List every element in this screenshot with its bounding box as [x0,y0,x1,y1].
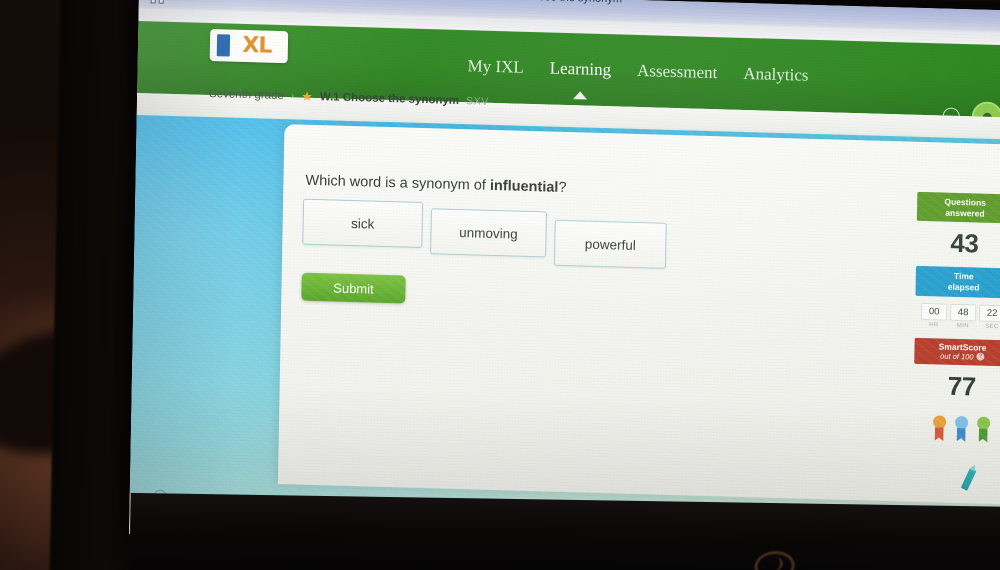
ribbon-award-green [975,416,990,442]
time-elapsed-header: Time elapsed [915,266,1000,298]
smartscore-out-of: out of 100 [940,350,974,361]
time-elapsed-label-1: Time [953,271,974,282]
question-suffix: ? [558,179,567,197]
main-navigation: My IXL Learning Assessment Analytics [467,56,809,100]
question-prefix: Which word is a synonym of [305,172,491,194]
nav-label: Learning [549,58,612,80]
choice-label: sick [350,215,375,232]
ribbon-tail [978,428,987,442]
nav-item-analytics[interactable]: Analytics [743,63,809,89]
award-ribbons [913,408,1000,443]
timer-hours: 00 HR [921,302,948,328]
timer-hours-unit: HR [929,321,939,328]
question-text: Which word is a synonym of influential? [305,173,566,196]
nav-item-my-ixl[interactable]: My IXL [467,56,524,81]
nav-label: Assessment [636,60,718,83]
choice-label: unmoving [459,224,518,242]
question-mark-icon[interactable]: ? [976,352,985,361]
ribbon-award-orange [931,414,946,441]
pencil-icon[interactable] [960,467,977,491]
answer-choice-sick[interactable]: sick [302,198,424,248]
ixl-logo[interactable]: XL [209,29,289,64]
questions-answered-value: 43 [950,227,979,259]
questions-answered-label-2: answered [945,207,985,219]
answer-choices: sick unmoving powerful [302,198,723,281]
stats-panel: Questions answered 43 Time elapsed 00 HR [913,191,1000,491]
breadcrumb-separator: › [290,90,295,102]
nav-label: Analytics [743,63,809,85]
questions-answered-label-1: Questions [944,196,987,208]
nav-item-assessment[interactable]: Assessment [637,61,718,86]
monitor-bezel-bottom [129,492,1000,570]
answer-choice-powerful[interactable]: powerful [553,219,667,269]
ribbon-disc [932,414,946,429]
nav-label: My IXL [467,56,524,77]
breadcrumb-grade[interactable]: Seventh grade [209,87,284,101]
question-card: Which word is a synonym of influential? … [277,124,1000,505]
hp-logo [752,550,797,570]
browser-tab-title[interactable]: ose the synonym [539,0,622,5]
smartscore-badge: SmartScore out of 100 ? [914,337,1000,366]
skill-code: SXV [465,94,489,108]
timer-seconds-unit: SEC [985,323,999,330]
timer: 00 HR 48 MIN 22 SEC [915,295,1000,330]
smartscore-title: SmartScore [938,340,987,353]
timer-minutes-unit: MIN [956,322,970,329]
smartscore-value: 77 [947,370,977,401]
timer-seconds-value: 22 [979,304,1000,322]
apps-grid-icon[interactable] [150,0,165,5]
timer-minutes: 48 MIN [950,303,977,329]
smartscore-subtitle: out of 100 ? [916,350,1000,362]
ribbon-tail [934,427,943,441]
ribbon-tail [956,427,965,441]
question-target-word: influential [489,177,559,196]
questions-answered-header: Questions answered [916,191,1000,224]
submit-label: Submit [333,280,374,297]
timer-hours-value: 00 [921,302,948,321]
ribbon-disc [954,415,968,429]
choice-label: powerful [584,236,636,253]
timer-minutes-value: 48 [950,303,977,321]
timer-seconds: 22 SEC [979,304,1000,330]
photo-scene: ose the synonym XL My IXL Learning [0,0,1000,570]
nav-item-learning[interactable]: Learning [549,58,612,100]
star-icon[interactable]: ★ [301,89,313,104]
ribbon-disc [976,416,990,430]
logo-xl-text: XL [242,32,272,59]
logo-i-bar [216,34,231,57]
submit-button[interactable]: Submit [301,272,406,304]
answer-choice-unmoving[interactable]: unmoving [430,208,547,258]
nav-active-caret-icon [572,91,588,100]
ribbon-award-blue [953,415,968,441]
monitor-screen: ose the synonym XL My IXL Learning [128,0,1000,559]
page-body: Which word is a synonym of influential? … [128,114,1000,559]
breadcrumb-skill-name: W.1 Choose the synonym [319,90,460,107]
time-elapsed-label-2: elapsed [947,281,980,293]
